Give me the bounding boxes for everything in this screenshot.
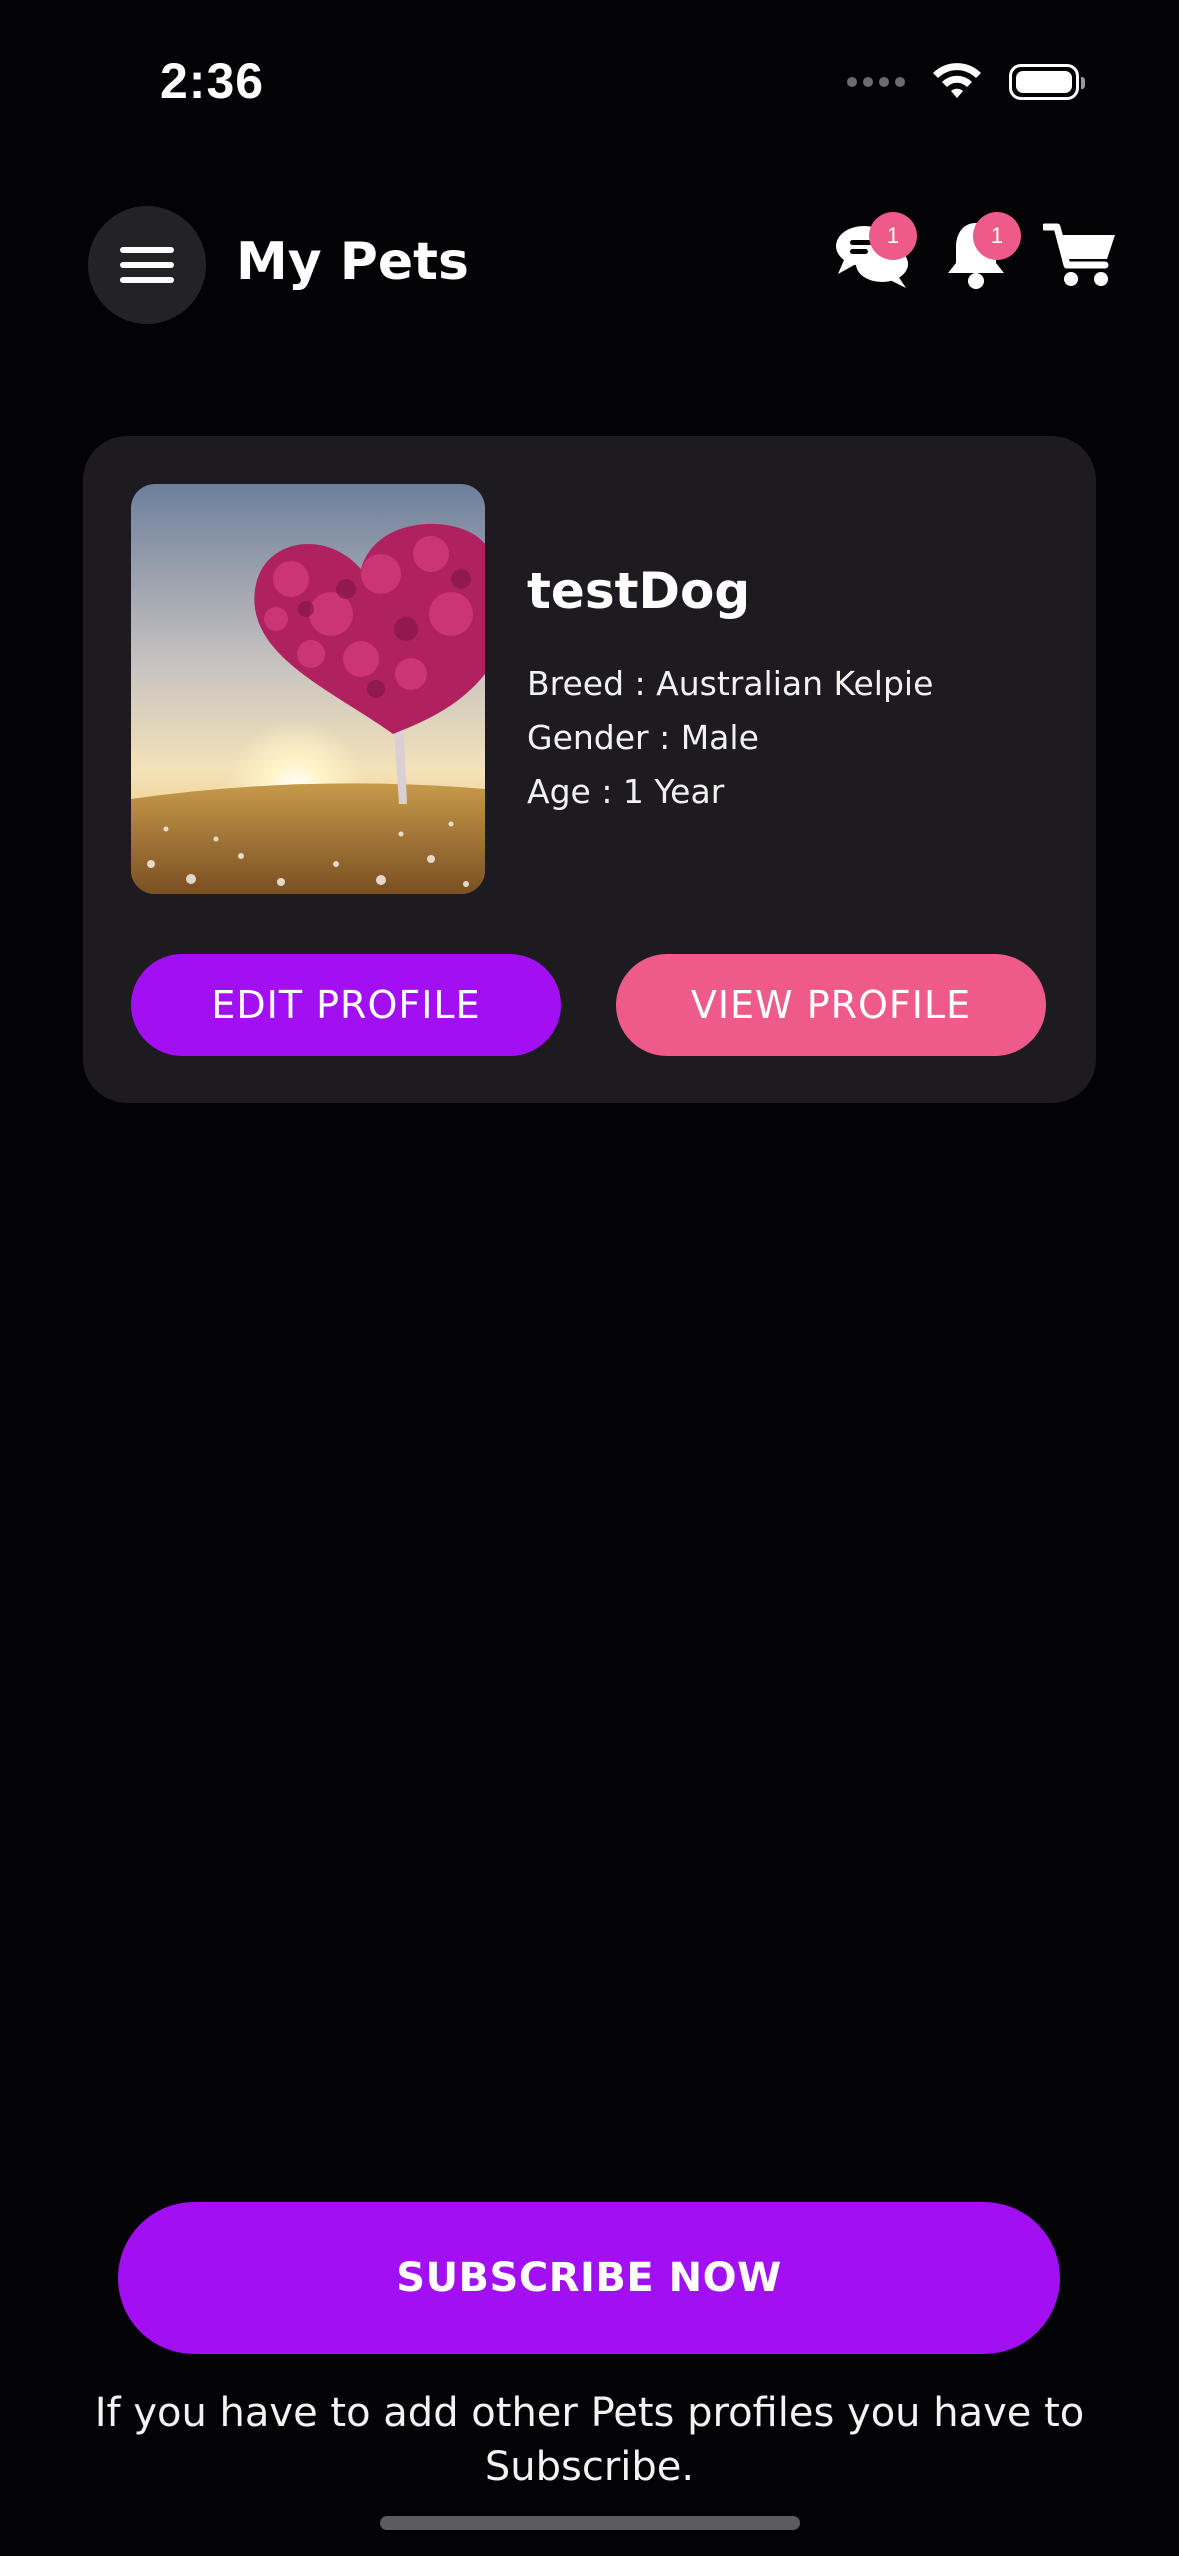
battery-icon [1009,64,1085,100]
pet-age: Age : 1 Year [527,772,725,811]
subscribe-note: If you have to add other Pets profiles y… [94,2390,1085,2490]
page-title: My Pets [236,232,469,292]
pet-photo[interactable] [131,484,485,894]
view-profile-button[interactable]: VIEW PROFILE [616,954,1046,1056]
cart-icon [1043,223,1115,286]
subscribe-now-button[interactable]: SUBSCRIBE NOW [118,2202,1060,2354]
chat-button[interactable]: 1 [833,212,917,294]
notification-badge: 1 [973,212,1021,260]
pet-gender: Gender : Male [527,718,759,757]
screen: 2:36 My Pets 1 1 testDog Breed: Austral… [0,0,1179,2556]
cellular-signal-icon [847,77,905,87]
header-actions: 1 1 [833,212,1119,294]
home-indicator[interactable] [380,2516,800,2530]
menu-button[interactable] [88,206,206,324]
wifi-icon [933,63,981,98]
cart-button[interactable] [1041,216,1119,294]
status-indicators [847,62,1085,102]
edit-profile-button[interactable]: EDIT PROFILE [131,954,561,1056]
chat-badge: 1 [869,212,917,260]
menu-icon [120,247,174,283]
pet-name: testDog [527,562,751,620]
pet-breed: Breed : Australian Kelpie [527,664,934,703]
pet-card: testDog Breed : Australian Kelpie Gender… [83,436,1096,1103]
notifications-button[interactable]: 1 [937,212,1021,294]
status-time: 2:36 [160,53,265,109]
